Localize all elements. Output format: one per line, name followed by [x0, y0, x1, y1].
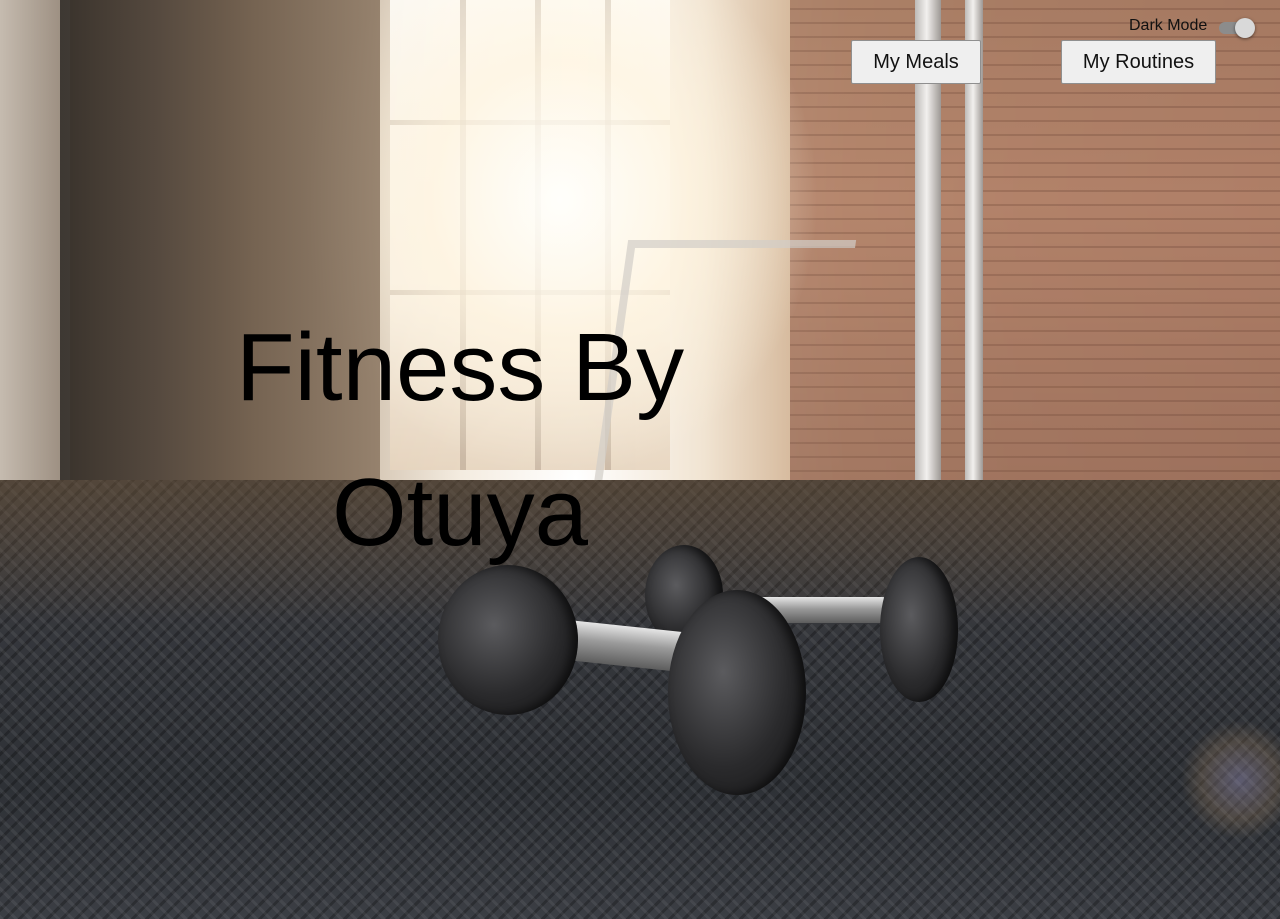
my-meals-button[interactable]: My Meals: [851, 40, 981, 84]
toggle-knob: [1235, 18, 1256, 38]
dumbbell-plate: [438, 565, 578, 715]
title-line-1: Fitness By: [235, 314, 685, 421]
title-line-2: Otuya: [331, 459, 589, 566]
dark-mode-toggle[interactable]: [1219, 16, 1256, 38]
hero-section: Dark Mode My Meals My Routines Fitness B…: [0, 0, 1280, 919]
dark-mode-label: Dark Mode: [1129, 17, 1208, 34]
page-title: Fitness By Otuya: [200, 295, 720, 585]
dumbbell-plate: [880, 557, 958, 702]
dumbbell-plate: [668, 590, 806, 795]
dark-mode-control: Dark Mode: [1129, 16, 1256, 38]
my-routines-button[interactable]: My Routines: [1061, 40, 1216, 84]
